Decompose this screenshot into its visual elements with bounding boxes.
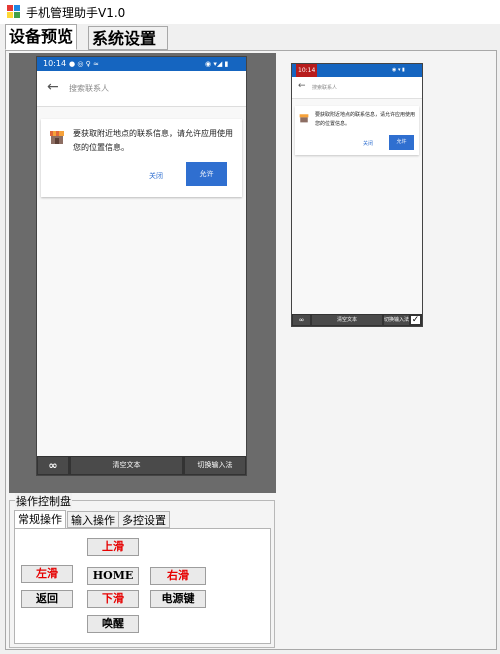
back-arrow-icon[interactable]: ← <box>47 79 59 95</box>
allow-button[interactable]: 允许 <box>186 162 227 186</box>
switch-ime-button[interactable]: 切换输入法 <box>185 457 245 474</box>
swipe-down-button[interactable]: 下滑 <box>87 590 139 608</box>
infinity-button[interactable]: ∞ <box>293 315 310 325</box>
device-screen-small[interactable]: 10:14 ◉ ▾ ▮ ← 搜索联系人 要获取附近地点的联系信息，请允许应用使用… <box>291 63 423 327</box>
wake-button[interactable]: 唤醒 <box>87 615 139 633</box>
search-bar[interactable]: ← 搜索联系人 <box>292 77 422 99</box>
status-notification-icons: ● ◎ ♀ ≈ <box>69 60 99 68</box>
search-placeholder[interactable]: 搜索联系人 <box>312 84 337 91</box>
device-screen-large[interactable]: 10:14 ● ◎ ♀ ≈ ◉ ▾◢ ▮ ← 搜索联系人 要获取附近地点的联系信… <box>36 56 247 476</box>
control-tab-page <box>14 528 271 644</box>
window-title: 手机管理助手V1.0 <box>26 6 126 20</box>
permission-message: 要获取附近地点的联系信息，请允许应用使用您的位置信息。 <box>315 112 416 127</box>
search-placeholder[interactable]: 搜索联系人 <box>69 83 109 94</box>
sync-checkbox[interactable]: ✓ <box>410 315 421 325</box>
device-toolbar: ∞ 清空文本 切换输入法 <box>37 456 246 475</box>
shop-icon <box>299 112 309 123</box>
tab-general-operations[interactable]: 常规操作 <box>14 510 66 529</box>
tab-system-settings[interactable]: 系统设置 <box>88 26 168 50</box>
status-time: 10:14 <box>43 59 67 68</box>
status-time: 10:14 <box>296 64 318 77</box>
shop-icon <box>49 129 65 145</box>
status-battery-icon: ◉ ▾◢ ▮ <box>205 60 229 68</box>
close-button[interactable]: 关闭 <box>363 140 373 147</box>
tab-input-operations[interactable]: 输入操作 <box>67 511 119 528</box>
back-arrow-icon[interactable]: ← <box>298 81 306 91</box>
tab-multi-control[interactable]: 多控设置 <box>118 511 170 528</box>
search-bar[interactable]: ← 搜索联系人 <box>37 71 246 107</box>
tab-device-preview[interactable]: 设备预览 <box>5 24 78 50</box>
device-toolbar: ∞ 清空文本 切换输入法 ✓ <box>292 314 422 326</box>
permission-message: 要获取附近地点的联系信息，请允许应用使用您的位置信息。 <box>73 129 233 152</box>
home-button[interactable]: HOME <box>87 567 139 585</box>
back-button[interactable]: 返回 <box>21 590 73 608</box>
clear-text-button[interactable]: 清空文本 <box>71 457 182 474</box>
power-button[interactable]: 电源键 <box>150 590 206 608</box>
switch-ime-button[interactable]: 切换输入法 <box>384 315 409 325</box>
allow-button[interactable]: 允许 <box>389 135 414 150</box>
swipe-up-button[interactable]: 上滑 <box>87 538 139 556</box>
infinity-button[interactable]: ∞ <box>38 457 68 474</box>
app-icon <box>7 5 21 19</box>
status-bar: 10:14 ● ◎ ♀ ≈ ◉ ▾◢ ▮ <box>37 57 246 71</box>
control-panel-title: 操作控制盘 <box>15 493 72 509</box>
swipe-right-button[interactable]: 右滑 <box>150 567 206 585</box>
clear-text-button[interactable]: 清空文本 <box>312 315 382 325</box>
permission-card: 要获取附近地点的联系信息，请允许应用使用您的位置信息。 关闭 允许 <box>295 106 419 155</box>
close-button[interactable]: 关闭 <box>149 171 163 181</box>
window-title-bar: 手机管理助手V1.0 <box>0 0 500 24</box>
swipe-left-button[interactable]: 左滑 <box>21 565 73 583</box>
status-bar: 10:14 ◉ ▾ ▮ <box>292 64 422 77</box>
status-battery-icon: ◉ ▾ ▮ <box>392 67 405 73</box>
permission-card: 要获取附近地点的联系信息，请允许应用使用您的位置信息。 关闭 允许 <box>41 119 242 197</box>
